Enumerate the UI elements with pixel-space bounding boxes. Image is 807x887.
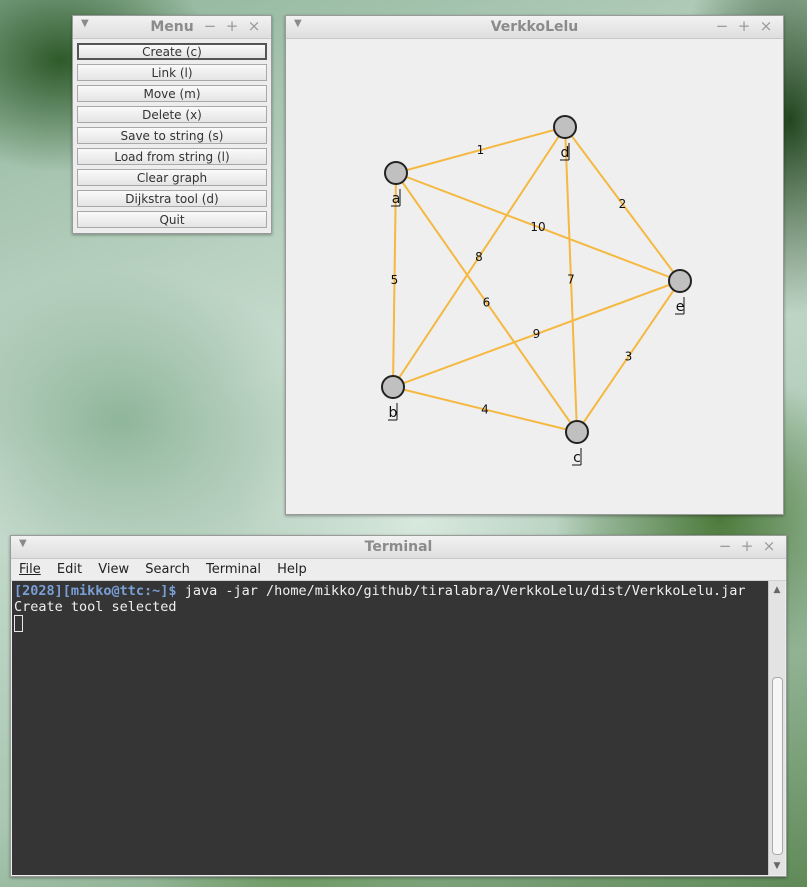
menu-terminal[interactable]: Terminal xyxy=(206,559,261,580)
edge-weight-label: 1 xyxy=(477,143,485,157)
terminal-scrollbar[interactable]: ▲ ▼ xyxy=(768,581,785,875)
node-label: c xyxy=(573,450,581,466)
edge-weight-label: 3 xyxy=(625,350,633,364)
menu-view[interactable]: View xyxy=(98,559,129,580)
scroll-up-icon[interactable]: ▲ xyxy=(769,583,785,597)
graph-titlebar[interactable]: ▼ VerkkoLelu − + × xyxy=(286,16,783,39)
graph-svg[interactable]: 1 2 3 4 5 6 7 8 9 10 a b c d e xyxy=(286,39,781,513)
dijkstra-tool-button[interactable]: Dijkstra tool (d) xyxy=(77,190,267,207)
text-cursor xyxy=(14,615,23,632)
clear-graph-button[interactable]: Clear graph xyxy=(77,169,267,186)
node-label: b xyxy=(389,405,398,421)
close-icon[interactable]: × xyxy=(243,17,265,35)
graph-window: ▼ VerkkoLelu − + × 1 2 3 4 5 6 7 8 9 10 a b c d e xyxy=(285,15,784,515)
link-button[interactable]: Link (l) xyxy=(77,64,267,81)
minimize-icon[interactable]: − xyxy=(711,17,733,35)
node-label: a xyxy=(392,191,401,207)
load-from-string-button[interactable]: Load from string (l) xyxy=(77,148,267,165)
maximize-icon[interactable]: + xyxy=(733,17,755,35)
node-c[interactable] xyxy=(565,420,589,444)
menu-edit[interactable]: Edit xyxy=(57,559,82,580)
edge-weight-label: 2 xyxy=(619,197,627,211)
menu-help[interactable]: Help xyxy=(277,559,307,580)
edge-weight-label: 5 xyxy=(391,273,399,287)
menu-titlebar[interactable]: ▼ Menu − + × xyxy=(73,16,271,39)
minimize-icon[interactable]: − xyxy=(199,17,221,35)
edge-weight-label: 9 xyxy=(533,327,541,341)
edge-weight-label: 10 xyxy=(530,220,545,234)
maximize-icon[interactable]: + xyxy=(221,17,243,35)
edge-weight-label: 4 xyxy=(481,403,489,417)
quit-button[interactable]: Quit xyxy=(77,211,267,228)
create-button[interactable]: Create (c) xyxy=(77,43,267,60)
node-label: e xyxy=(676,299,685,315)
menu-file[interactable]: File xyxy=(19,559,41,580)
terminal-window-title: Terminal xyxy=(364,539,433,555)
terminal-window: ▼ Terminal − + × File Edit View Search Ter… xyxy=(10,535,787,877)
graph-canvas[interactable]: 1 2 3 4 5 6 7 8 9 10 a b c d e xyxy=(286,39,783,514)
node-d[interactable] xyxy=(553,115,577,139)
save-to-string-button[interactable]: Save to string (s) xyxy=(77,127,267,144)
node-a[interactable] xyxy=(384,161,408,185)
delete-button[interactable]: Delete (x) xyxy=(77,106,267,123)
close-icon[interactable]: × xyxy=(758,537,780,555)
scroll-thumb[interactable] xyxy=(772,677,783,855)
terminal-titlebar[interactable]: ▼ Terminal − + × xyxy=(11,536,786,559)
graph-window-title: VerkkoLelu xyxy=(490,19,579,35)
maximize-icon[interactable]: + xyxy=(736,537,758,555)
node-label: d xyxy=(561,145,570,161)
move-button[interactable]: Move (m) xyxy=(77,85,267,102)
menu-search[interactable]: Search xyxy=(145,559,190,580)
node-e[interactable] xyxy=(668,269,692,293)
edge-weight-label: 8 xyxy=(475,250,483,264)
scroll-down-icon[interactable]: ▼ xyxy=(769,859,785,873)
terminal-output[interactable]: [2028][mikko@ttc:~]$ java -jar /home/mik… xyxy=(12,581,768,875)
shell-command: java -jar /home/mikko/github/tiralabra/V… xyxy=(176,583,746,599)
minimize-icon[interactable]: − xyxy=(714,537,736,555)
output-line: Create tool selected xyxy=(14,599,177,615)
edge-weight-label: 6 xyxy=(483,296,491,310)
edge-weight-label: 7 xyxy=(567,273,575,287)
shell-prompt: [2028][mikko@ttc:~]$ xyxy=(14,583,177,599)
close-icon[interactable]: × xyxy=(755,17,777,35)
menu-window: ▼ Menu − + × Create (c) Link (l) Move (m) … xyxy=(72,15,272,234)
terminal-menubar: File Edit View Search Terminal Help xyxy=(11,559,786,581)
node-b[interactable] xyxy=(381,375,405,399)
